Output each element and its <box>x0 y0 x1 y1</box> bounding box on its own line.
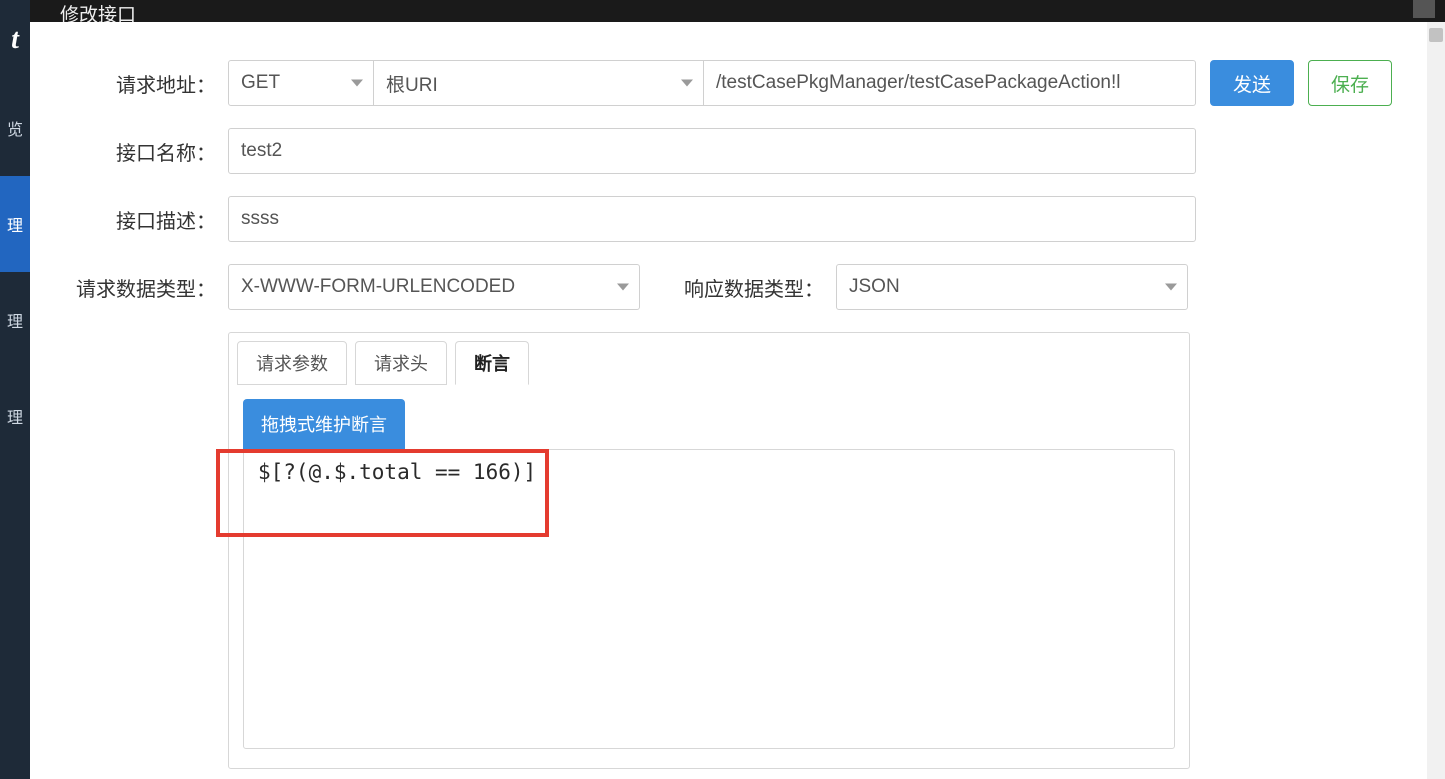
tab-assertions[interactable]: 断言 <box>455 341 529 385</box>
api-name-input[interactable]: test2 <box>228 128 1196 174</box>
sidebar-item-label: 理 <box>7 308 23 332</box>
root-uri-value: 根URI <box>386 70 438 97</box>
req-type-select[interactable]: X-WWW-FORM-URLENCODED <box>228 264 640 310</box>
assertion-textarea[interactable] <box>243 449 1175 749</box>
sidebar-item-label: 览 <box>7 116 23 140</box>
label-resp-type: 响应数据类型： <box>666 273 836 302</box>
path-value: /testCasePkgManager/testCasePackageActio… <box>716 72 1121 94</box>
method-value: GET <box>241 72 280 94</box>
label-request-url: 请求地址： <box>50 69 228 98</box>
scrollbar-vertical[interactable] <box>1427 22 1445 779</box>
row-api-desc: 接口描述： ssss <box>50 196 1425 242</box>
app-logo: t <box>0 0 30 80</box>
row-data-types: 请求数据类型： X-WWW-FORM-URLENCODED 响应数据类型： JS… <box>50 264 1425 310</box>
send-button[interactable]: 发送 <box>1210 60 1294 106</box>
label-api-name: 接口名称： <box>50 137 228 166</box>
label-req-type: 请求数据类型： <box>50 273 228 302</box>
resp-type-select[interactable]: JSON <box>836 264 1188 310</box>
chevron-down-icon <box>351 80 363 87</box>
row-tabs: 请求参数 请求头 断言 拖拽式维护断言 <box>50 332 1425 769</box>
resp-type-value: JSON <box>849 276 900 298</box>
tab-request-params[interactable]: 请求参数 <box>237 341 347 385</box>
sidebar: t 览 理 理 理 <box>0 0 30 779</box>
main-content: 请求地址： GET 根URI /testCasePkgManager/testC… <box>30 22 1445 779</box>
sidebar-item-1[interactable]: 理 <box>0 176 30 272</box>
path-input[interactable]: /testCasePkgManager/testCasePackageActio… <box>704 60 1196 106</box>
method-select[interactable]: GET <box>228 60 374 106</box>
tabs-body: 拖拽式维护断言 <box>229 385 1189 768</box>
sidebar-item-2[interactable]: 理 <box>0 272 30 368</box>
sidebar-item-3[interactable]: 理 <box>0 368 30 464</box>
tabs-header: 请求参数 请求头 断言 <box>229 333 1189 385</box>
close-icon[interactable] <box>1413 0 1435 18</box>
row-api-name: 接口名称： test2 <box>50 128 1425 174</box>
tab-request-headers[interactable]: 请求头 <box>355 341 447 385</box>
sidebar-item-label: 理 <box>7 404 23 428</box>
scrollbar-thumb[interactable] <box>1429 28 1443 42</box>
sidebar-item-0[interactable]: 览 <box>0 80 30 176</box>
row-request-url: 请求地址： GET 根URI /testCasePkgManager/testC… <box>50 60 1425 106</box>
chevron-down-icon <box>681 80 693 87</box>
root-uri-select[interactable]: 根URI <box>374 60 704 106</box>
api-name-value: test2 <box>241 140 282 162</box>
chevron-down-icon <box>617 284 629 291</box>
chevron-down-icon <box>1165 284 1177 291</box>
drag-assertion-button[interactable]: 拖拽式维护断言 <box>243 399 405 449</box>
api-desc-value: ssss <box>241 208 279 230</box>
titlebar: 修改接口 <box>30 0 1445 22</box>
req-type-value: X-WWW-FORM-URLENCODED <box>241 276 515 298</box>
save-button[interactable]: 保存 <box>1308 60 1392 106</box>
api-desc-input[interactable]: ssss <box>228 196 1196 242</box>
label-api-desc: 接口描述： <box>50 205 228 234</box>
tabs-container: 请求参数 请求头 断言 拖拽式维护断言 <box>228 332 1190 769</box>
sidebar-item-label: 理 <box>7 212 23 236</box>
